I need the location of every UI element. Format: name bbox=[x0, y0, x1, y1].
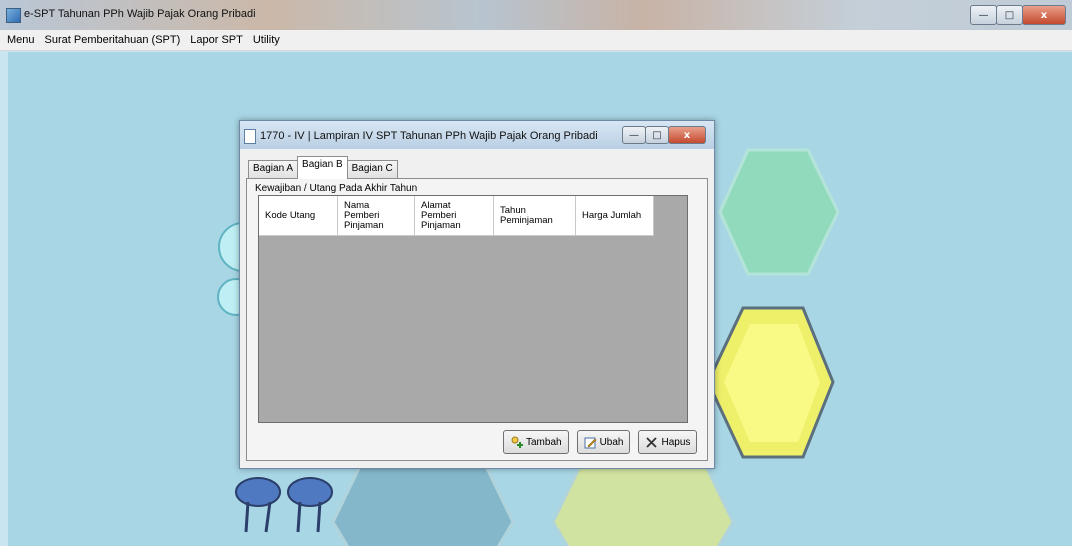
tab-bagian-a[interactable]: Bagian A bbox=[248, 160, 299, 179]
menu-item-menu[interactable]: Menu bbox=[0, 34, 40, 46]
menu-bar: Menu Surat Pemberitahuan (SPT) Lapor SPT… bbox=[0, 30, 1072, 51]
app-title: e-SPT Tahunan PPh Wajib Pajak Orang Prib… bbox=[24, 8, 256, 20]
dialog-title: 1770 - IV | Lampiran IV SPT Tahunan PPh … bbox=[260, 130, 598, 142]
hapus-button[interactable]: Hapus bbox=[638, 430, 698, 454]
ubah-label: Ubah bbox=[599, 436, 624, 448]
hapus-label: Hapus bbox=[661, 436, 691, 448]
close-button[interactable]: x bbox=[1022, 5, 1066, 25]
menu-item-lapor-spt[interactable]: Lapor SPT bbox=[185, 34, 248, 46]
tab-bagian-c[interactable]: Bagian C bbox=[346, 160, 398, 179]
delete-x-icon bbox=[645, 436, 658, 449]
dialog-close-button[interactable]: x bbox=[668, 126, 706, 144]
edit-icon bbox=[584, 436, 597, 449]
document-icon bbox=[244, 129, 256, 144]
dialog-minimize-button[interactable]: — bbox=[622, 126, 646, 144]
menu-item-spt[interactable]: Surat Pemberitahuan (SPT) bbox=[40, 34, 186, 46]
column-header-harga-jumlah[interactable]: Harga Jumlah bbox=[576, 196, 654, 236]
column-header-alamat-pemberi[interactable]: Alamat Pemberi Pinjaman bbox=[415, 196, 494, 236]
tab-bagian-b[interactable]: Bagian B bbox=[297, 156, 348, 179]
dialog-maximize-button[interactable]: □ bbox=[645, 126, 669, 144]
add-user-icon bbox=[510, 436, 523, 449]
action-buttons: Tambah Ubah Hapus bbox=[495, 430, 698, 454]
tambah-label: Tambah bbox=[526, 436, 562, 448]
menu-item-utility[interactable]: Utility bbox=[248, 34, 285, 46]
minimize-button[interactable]: — bbox=[970, 5, 997, 25]
column-header-nama-pemberi[interactable]: Nama Pemberi Pinjaman bbox=[338, 196, 415, 236]
table-header: Kode Utang Nama Pemberi Pinjaman Alamat … bbox=[259, 196, 654, 236]
app-icon bbox=[6, 8, 21, 23]
debt-table[interactable]: Kode Utang Nama Pemberi Pinjaman Alamat … bbox=[258, 195, 688, 423]
column-header-kode-utang[interactable]: Kode Utang bbox=[259, 196, 338, 236]
ubah-button[interactable]: Ubah bbox=[576, 430, 631, 454]
main-title-bar: e-SPT Tahunan PPh Wajib Pajak Orang Prib… bbox=[0, 0, 1072, 30]
dialog-title-bar[interactable]: 1770 - IV | Lampiran IV SPT Tahunan PPh … bbox=[240, 121, 714, 149]
tab-strip: Bagian A Bagian B Bagian C bbox=[248, 156, 398, 179]
tambah-button[interactable]: Tambah bbox=[503, 430, 569, 454]
section-label: Kewajiban / Utang Pada Akhir Tahun bbox=[255, 183, 418, 194]
lampiran-iv-dialog: 1770 - IV | Lampiran IV SPT Tahunan PPh … bbox=[239, 120, 715, 469]
column-header-tahun-peminjaman[interactable]: Tahun Peminjaman bbox=[494, 196, 576, 236]
maximize-button[interactable]: □ bbox=[996, 5, 1023, 25]
